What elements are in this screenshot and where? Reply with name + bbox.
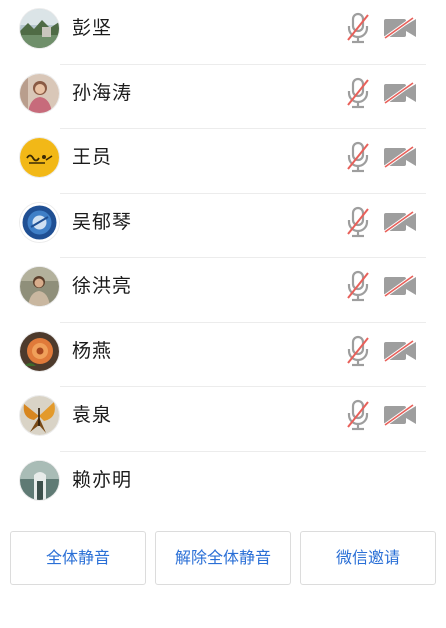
participant-row[interactable]: 袁泉 <box>0 387 446 452</box>
wechat-invite-button[interactable]: 微信邀请 <box>300 531 436 585</box>
camera-off-icon[interactable] <box>383 17 417 39</box>
participant-name: 袁泉 <box>72 404 113 426</box>
flower-photo-icon <box>20 331 59 371</box>
participant-row[interactable]: 孙海涛 <box>0 65 446 129</box>
mic-muted-icon[interactable] <box>345 206 371 238</box>
mic-muted-icon[interactable] <box>345 399 371 431</box>
mic-muted-icon[interactable] <box>345 77 371 109</box>
portrait-photo-icon <box>20 267 59 306</box>
participant-list: 彭坚 孙海涛 王员 吴郁琴 徐洪亮 杨燕 袁泉 赖亦明 <box>0 0 446 516</box>
participant-name: 赖亦明 <box>72 468 133 491</box>
participant-row[interactable]: 杨燕 <box>0 323 446 387</box>
butterfly-photo-icon <box>20 396 59 435</box>
unmute-all-button[interactable]: 解除全体静音 <box>155 531 291 585</box>
participant-row[interactable]: 彭坚 <box>0 0 446 65</box>
participant-name: 彭坚 <box>72 17 113 39</box>
mic-muted-icon[interactable] <box>345 270 371 302</box>
camera-off-icon[interactable] <box>383 339 417 362</box>
participant-name: 王员 <box>72 146 113 168</box>
participant-row[interactable]: 王员 <box>0 129 446 194</box>
camera-off-icon[interactable] <box>383 146 417 168</box>
portrait-photo-icon <box>20 73 59 113</box>
landscape-photo-icon <box>20 460 59 500</box>
mic-muted-icon[interactable] <box>345 335 371 367</box>
landscape-photo-icon <box>20 9 59 48</box>
camera-off-icon[interactable] <box>383 404 417 426</box>
participant-row[interactable]: 徐洪亮 <box>0 258 446 323</box>
participant-name: 孙海涛 <box>72 81 133 104</box>
camera-off-icon[interactable] <box>383 210 417 233</box>
mute-all-button[interactable]: 全体静音 <box>10 531 146 585</box>
participant-name: 杨燕 <box>72 339 113 362</box>
yellow-logo-icon <box>20 138 59 177</box>
blue-emblem-icon <box>20 202 59 242</box>
camera-off-icon[interactable] <box>383 275 417 297</box>
participant-row[interactable]: 吴郁琴 <box>0 194 446 258</box>
camera-off-icon[interactable] <box>383 81 417 104</box>
participant-name: 徐洪亮 <box>72 275 133 297</box>
participant-name: 吴郁琴 <box>72 210 133 233</box>
participant-row[interactable]: 赖亦明 <box>0 452 446 517</box>
mic-muted-icon[interactable] <box>345 12 371 44</box>
mic-muted-icon[interactable] <box>345 141 371 173</box>
